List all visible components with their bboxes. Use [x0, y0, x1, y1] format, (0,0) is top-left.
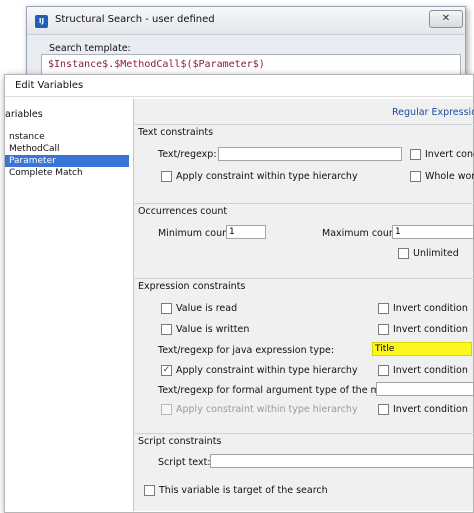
- formal-argument-type-input[interactable]: [376, 382, 474, 396]
- close-button[interactable]: ✕: [429, 10, 463, 28]
- separator: [134, 203, 474, 204]
- invert-condition-text-label: Invert cond: [425, 149, 474, 160]
- java-expression-type-input[interactable]: Title: [372, 342, 472, 356]
- edit-variables-dialog: Edit Variables ariables nstance MethodCa…: [4, 74, 474, 513]
- variables-list: nstance MethodCall Parameter Complete Ma…: [5, 127, 129, 512]
- target-of-search-label: This variable is target of the search: [159, 485, 328, 496]
- apply-hierarchy-text-checkbox[interactable]: [161, 171, 172, 182]
- variable-item-complete-match[interactable]: Complete Match: [5, 167, 129, 179]
- script-constraints-header: Script constraints: [138, 436, 222, 447]
- separator: [134, 433, 474, 434]
- apply-hierarchy-formal-label: Apply constraint within type hierarchy: [176, 404, 358, 415]
- apply-hierarchy-expression-checkbox[interactable]: ✓: [161, 365, 172, 376]
- maximum-count-label: Maximum count:: [322, 228, 402, 239]
- structural-search-titlebar: IJ Structural Search - user defined ✕: [27, 7, 465, 35]
- invert-condition-formal-checkbox[interactable]: [378, 404, 389, 415]
- check-icon: ✓: [162, 365, 171, 375]
- invert-condition-text-checkbox[interactable]: [410, 149, 421, 160]
- edit-variables-titlebar: Edit Variables: [5, 75, 473, 97]
- apply-hierarchy-text-label: Apply constraint within type hierarchy: [176, 171, 358, 182]
- script-text-label: Script text:: [158, 457, 211, 468]
- script-text-input[interactable]: [210, 454, 474, 468]
- invert-condition-type-label: Invert condition: [393, 365, 468, 376]
- structural-search-title: Structural Search - user defined: [55, 14, 215, 25]
- expression-constraints-header: Expression constraints: [138, 281, 246, 292]
- unlimited-checkbox[interactable]: [398, 248, 409, 259]
- apply-hierarchy-formal-checkbox[interactable]: [161, 404, 172, 415]
- text-constraints-header: Text constraints: [138, 127, 214, 138]
- intellij-app-icon: IJ: [35, 15, 48, 28]
- occurrences-header: Occurrences count: [138, 206, 228, 217]
- invert-condition-read-label: Invert condition: [393, 303, 468, 314]
- separator: [134, 124, 474, 125]
- whole-words-label: Whole word: [425, 171, 474, 182]
- invert-condition-read-checkbox[interactable]: [378, 303, 389, 314]
- apply-hierarchy-expression-label: Apply constraint within type hierarchy: [176, 365, 358, 376]
- variable-item-parameter[interactable]: Parameter: [5, 155, 129, 167]
- structural-search-window: IJ Structural Search - user defined ✕ Se…: [26, 6, 466, 82]
- value-is-written-label: Value is written: [176, 324, 250, 335]
- close-icon: ✕: [441, 13, 451, 24]
- invert-condition-type-checkbox[interactable]: [378, 365, 389, 376]
- text-regexp-label: Text/regexp:: [158, 149, 217, 160]
- edit-variables-title: Edit Variables: [15, 80, 84, 91]
- formal-argument-type-label: Text/regexp for formal argument type of …: [158, 385, 411, 396]
- invert-condition-written-label: Invert condition: [393, 324, 468, 335]
- target-of-search-checkbox[interactable]: [144, 485, 155, 496]
- variable-item-instance[interactable]: nstance: [5, 131, 129, 143]
- whole-words-checkbox[interactable]: [410, 171, 421, 182]
- unlimited-label: Unlimited: [413, 248, 459, 259]
- invert-condition-formal-label: Invert condition: [393, 404, 468, 415]
- minimum-count-input[interactable]: 1: [226, 225, 266, 239]
- regular-expression-link[interactable]: Regular Expression: [392, 107, 474, 118]
- variables-header: ariables: [5, 109, 43, 120]
- invert-condition-written-checkbox[interactable]: [378, 324, 389, 335]
- variable-item-methodcall[interactable]: MethodCall: [5, 143, 129, 155]
- value-is-read-label: Value is read: [176, 303, 238, 314]
- constraints-panel: Regular Expression Text constraints Text…: [133, 99, 474, 511]
- maximum-count-input[interactable]: 1: [392, 225, 474, 239]
- text-regexp-input[interactable]: [218, 147, 402, 161]
- value-is-read-checkbox[interactable]: [161, 303, 172, 314]
- separator: [134, 278, 474, 279]
- java-expression-type-label: Text/regexp for java expression type:: [158, 345, 335, 356]
- value-is-written-checkbox[interactable]: [161, 324, 172, 335]
- search-template-code: $Instance$.$MethodCall$($Parameter$): [48, 59, 265, 70]
- minimum-count-label: Minimum count:: [158, 228, 236, 239]
- search-template-label: Search template:: [49, 43, 131, 54]
